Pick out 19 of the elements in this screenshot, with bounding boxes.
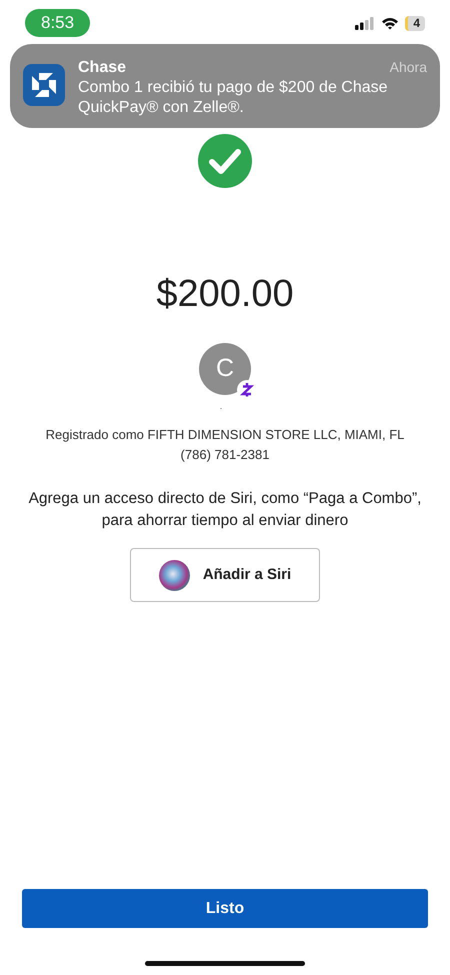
notification-message: Combo 1 recibió tu pago de $200 de Chase QuickPay® con Zelle®. (78, 78, 389, 118)
recipient-avatar: C (199, 343, 251, 395)
notification-banner[interactable]: Chase Ahora Combo 1 recibió tu pago de $200 de Chase QuickPay® con Zelle®. (10, 44, 440, 128)
registration-line: (786) 781-2381 (180, 446, 270, 464)
registration-line: Registrado como FIFTH DIMENSION STORE LLC, MIAMI, FL (46, 426, 404, 444)
notification-time: Ahora (390, 58, 427, 77)
battery-icon: 4 (405, 16, 425, 30)
siri-icon (158, 560, 190, 590)
add-to-siri-button[interactable]: Añadir a Siri (130, 548, 320, 602)
siri-hint: Agrega un acceso directo de Siri, como “Paga a Combo”, para ahorrar tiempo al enviar dinero (28, 489, 422, 531)
done-button[interactable]: Listo (22, 889, 428, 928)
recipient-name: . (220, 401, 222, 413)
checkmark-icon (198, 134, 252, 188)
notification-app-name: Chase (78, 58, 126, 78)
signal-icon (355, 16, 376, 30)
payment-amount: $200.00 (156, 272, 294, 317)
wifi-icon (381, 16, 400, 30)
status-time: 8:53 (25, 9, 90, 37)
app-logo-icon (23, 64, 65, 106)
